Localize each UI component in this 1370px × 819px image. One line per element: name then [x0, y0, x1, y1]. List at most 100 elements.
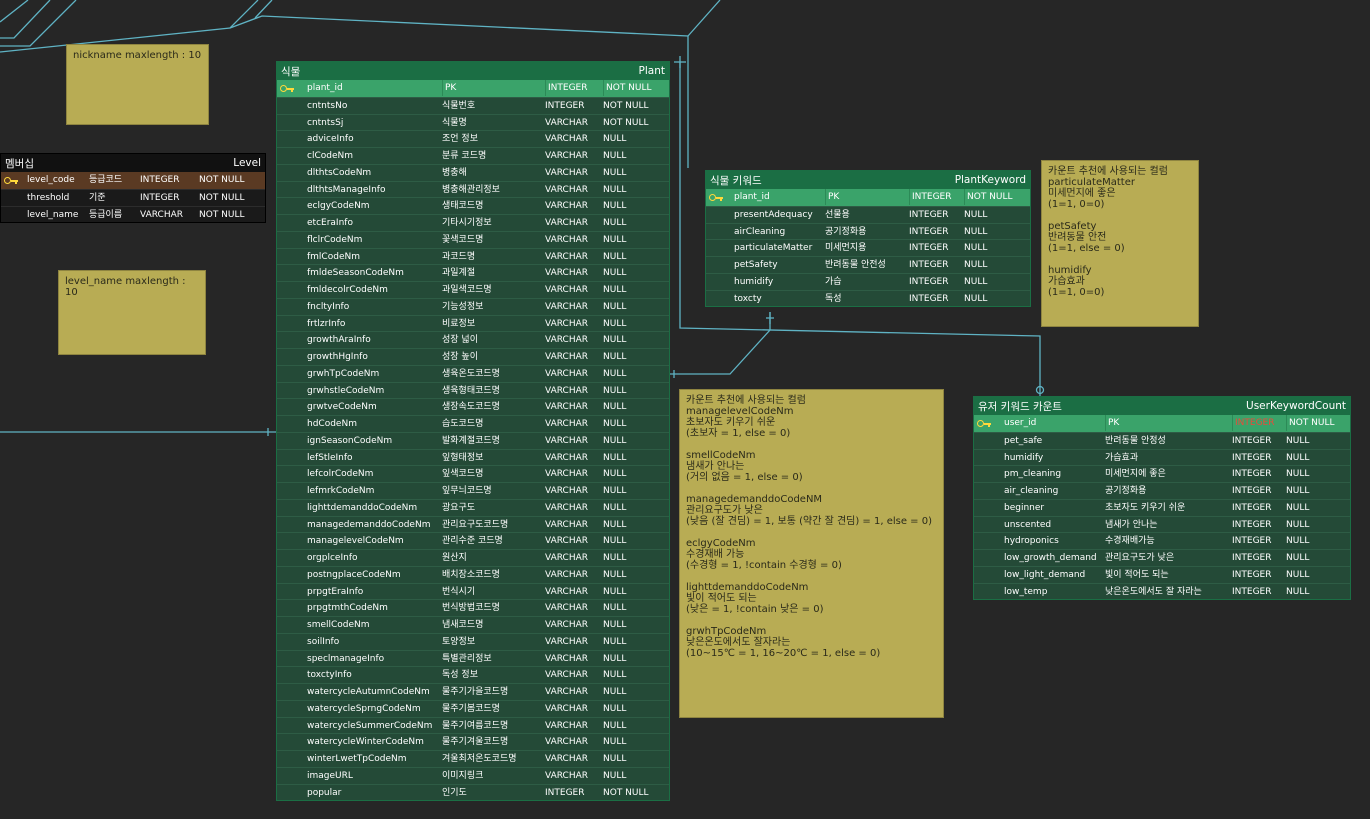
column-row[interactable]: soilInfo 토양정보 VARCHAR NULL — [277, 632, 669, 650]
column-row[interactable]: flclrCodeNm 꽃색코드명 VARCHAR NULL — [277, 230, 669, 248]
column-data-type: VARCHAR — [545, 117, 589, 128]
column-row[interactable]: air_cleaning 공기정화용 INTEGER NULL — [974, 482, 1350, 499]
column-row[interactable]: frtlzrInfo 비료정보 VARCHAR NULL — [277, 314, 669, 332]
column-row[interactable]: growthAraInfo 성장 넓이 VARCHAR NULL — [277, 331, 669, 348]
column-row[interactable]: prpgtmthCodeNm 번식방법코드명 VARCHAR NULL — [277, 599, 669, 616]
primary-key-column-row[interactable]: plant_id PK INTEGER NOT NULL — [706, 189, 1030, 206]
entity-header[interactable]: 식물 Plant — [277, 62, 669, 80]
column-row[interactable]: beginner 초보자도 키우기 쉬운 INTEGER NULL — [974, 498, 1350, 516]
column-row[interactable]: popular 인기도 INTEGER NOT NULL — [277, 783, 669, 801]
column-physical-name: clCodeNm — [307, 151, 353, 161]
note-nickname[interactable]: nickname maxlength : 10 — [66, 44, 209, 125]
column-row[interactable]: toxcty 독성 INTEGER NULL — [706, 289, 1030, 307]
column-row[interactable]: humidify 가습 INTEGER NULL — [706, 272, 1030, 290]
entity-header[interactable]: 멤버십 Level — [1, 154, 265, 172]
column-row[interactable]: lefcolrCodeNm 잎색코드명 VARCHAR NULL — [277, 465, 669, 482]
column-row[interactable]: eclgyCodeNm 생태코드명 VARCHAR NULL — [277, 197, 669, 214]
column-row[interactable]: lefStleInfo 잎형태정보 VARCHAR NULL — [277, 448, 669, 466]
column-row[interactable]: smellCodeNm 냄새코드명 VARCHAR NULL — [277, 616, 669, 633]
column-row[interactable]: unscented 냄새가 안나는 INTEGER NULL — [974, 515, 1350, 533]
column-physical-name: humidify — [1004, 452, 1044, 463]
column-row[interactable]: humidify 가습효과 INTEGER NULL — [974, 448, 1350, 466]
column-row[interactable]: low_light_demand 빛이 적어도 되는 INTEGER NULL — [974, 565, 1350, 583]
column-row[interactable]: watercycleWinterCodeNm 물주기겨울코드명 VARCHAR NUL… — [277, 733, 669, 750]
column-row[interactable]: watercycleSummerCodeNm 물주기여름코드명 VARCHAR NUL… — [277, 716, 669, 734]
column-physical-name: grwhTpCodeNm — [307, 368, 380, 379]
column-row[interactable]: low_temp 낮은온도에서도 잘 자라는 INTEGER NULL — [974, 582, 1350, 600]
erd-canvas[interactable]: nickname maxlength : 10 level_name maxle… — [0, 0, 1370, 819]
entity-header[interactable]: 식물 키워드 PlantKeyword — [706, 171, 1030, 189]
column-row[interactable]: airCleaning 공기정화용 INTEGER NULL — [706, 222, 1030, 240]
primary-key-column-row[interactable]: level_code 등급코드 INTEGER NOT NULL — [1, 172, 265, 189]
note-level-name[interactable]: level_name maxlength : 10 — [58, 270, 206, 355]
column-row[interactable]: low_growth_demand 관리요구도가 낮은 INTEGER NULL — [974, 549, 1350, 566]
column-nullability: NULL — [603, 486, 627, 496]
primary-key-column-row[interactable]: user_id PK INTEGER NOT NULL — [974, 415, 1350, 432]
column-nullability: NULL — [603, 603, 627, 614]
column-row[interactable]: ignSeasonCodeNm 발화계절코드명 VARCHAR NULL — [277, 431, 669, 449]
note-plant-recommendation-columns[interactable]: 카운트 추천에 사용되는 컬럼 managelevelCodeNm 초보자도 키우기… — [679, 389, 944, 718]
column-row[interactable]: imageURL 이미지링크 VARCHAR NULL — [277, 766, 669, 784]
column-row[interactable]: dlthtsManageInfo 병충해관리정보 VARCHAR NULL — [277, 180, 669, 198]
entity-header[interactable]: 유저 키워드 카운트 UserKeywordCount — [974, 397, 1350, 415]
column-physical-name: watercycleSprngCodeNm — [307, 703, 421, 714]
column-row[interactable]: managedemanddoCodeNm 관리요구도코드명 VARCHAR NULL — [277, 515, 669, 533]
entity-user-keyword-count[interactable]: 유저 키워드 카운트 UserKeywordCount user_id PK INTEG… — [973, 396, 1351, 601]
entity-plant-keyword[interactable]: 식물 키워드 PlantKeyword plant_id PK INTEGER NOT N… — [705, 170, 1031, 308]
column-row[interactable]: grwhstleCodeNm 생육형태코드명 VARCHAR NULL — [277, 381, 669, 399]
column-row[interactable]: watercycleSprngCodeNm 물주기봄코드명 VARCHAR NULL — [277, 699, 669, 717]
column-row[interactable]: speclmanageInfo 특별관리정보 VARCHAR NULL — [277, 649, 669, 667]
column-nullability: NULL — [603, 670, 627, 681]
column-physical-name: low_temp — [1004, 586, 1048, 597]
column-data-type: VARCHAR — [545, 536, 589, 547]
column-row[interactable]: growthHgInfo 성장 높이 VARCHAR NULL — [277, 348, 669, 365]
column-row[interactable]: adviceInfo 조언 정보 VARCHAR NULL — [277, 130, 669, 147]
column-row[interactable]: presentAdequacy 선물용 INTEGER NULL — [706, 205, 1030, 223]
column-row[interactable]: petSafety 반려동물 안전성 INTEGER NULL — [706, 256, 1030, 273]
column-logical-name: 공기정화용 — [825, 226, 867, 237]
column-row[interactable]: threshold 기준 INTEGER NOT NULL — [1, 188, 265, 206]
column-row[interactable]: fmldecolrCodeNm 과일색코드명 VARCHAR NULL — [277, 281, 669, 298]
column-row[interactable]: grwtveCodeNm 생장속도코드명 VARCHAR NULL — [277, 398, 669, 415]
column-row[interactable]: etcEraInfo 기타시기정보 VARCHAR NULL — [277, 214, 669, 231]
column-row[interactable]: grwhTpCodeNm 생육온도코드명 VARCHAR NULL — [277, 364, 669, 382]
column-data-type: VARCHAR — [545, 218, 589, 228]
column-logical-name: 성장 넓이 — [442, 335, 478, 346]
primary-key-column-row[interactable]: plant_id PK INTEGER NOT NULL — [277, 80, 669, 97]
column-row[interactable]: fmldeSeasonCodeNm 과일계절 VARCHAR NULL — [277, 264, 669, 281]
column-row[interactable]: lefmrkCodeNm 잎무늬코드명 VARCHAR NULL — [277, 482, 669, 499]
note-keyword-recommendation-columns[interactable]: 카운트 추천에 사용되는 컬럼 particulateMatter 미세먼지에 좋은… — [1041, 160, 1199, 327]
column-row[interactable]: particulateMatter 미세먼지용 INTEGER NULL — [706, 239, 1030, 256]
column-row[interactable]: prpgtEraInfo 번식시기 VARCHAR NULL — [277, 582, 669, 600]
column-row[interactable]: pet_safe 반려동물 안정성 INTEGER NULL — [974, 431, 1350, 449]
column-row[interactable]: toxctyInfo 독성 정보 VARCHAR NULL — [277, 666, 669, 683]
column-data-type: VARCHAR — [545, 569, 589, 580]
column-data-type: INTEGER — [1232, 536, 1272, 547]
column-logical-name: 발화계절코드명 — [442, 435, 500, 446]
column-row[interactable]: clCodeNm 분류 코드명 VARCHAR NULL — [277, 147, 669, 164]
column-row[interactable]: lighttdemanddoCodeNm 광요구도 VARCHAR NULL — [277, 498, 669, 516]
column-row[interactable]: winterLwetTpCodeNm 겨울최저온도코드명 VARCHAR NULL — [277, 750, 669, 767]
column-row[interactable]: cntntsNo 식물번호 INTEGER NOT NULL — [277, 96, 669, 114]
entity-plant[interactable]: 식물 Plant plant_id PK INTEGER NOT NULL cntntsNo… — [276, 61, 670, 802]
column-row[interactable]: postngplaceCodeNm 배치장소코드명 VARCHAR NULL — [277, 565, 669, 583]
column-row[interactable]: hdCodeNm 습도코드명 VARCHAR NULL — [277, 415, 669, 432]
column-row[interactable]: dlthtsCodeNm 병충해 VARCHAR NULL — [277, 163, 669, 181]
column-nullability: NOT NULL — [603, 117, 649, 128]
entity-level[interactable]: 멤버십 Level level_code 등급코드 INTEGER NOT NULL thr… — [0, 153, 266, 224]
column-row[interactable]: level_name 등급이름 VARCHAR NOT NULL — [1, 205, 265, 223]
column-logical-name: 수경재배가능 — [1105, 536, 1155, 547]
column-row[interactable]: orgplceInfo 원산지 VARCHAR NULL — [277, 549, 669, 566]
column-logical-name: 비료정보 — [442, 318, 476, 329]
column-row[interactable]: managelevelCodeNm 관리수준 코드명 VARCHAR NULL — [277, 532, 669, 549]
column-row[interactable]: watercycleAutumnCodeNm 물주기가을코드명 VARCHAR NUL… — [277, 683, 669, 700]
column-row[interactable]: fmlCodeNm 과코드명 VARCHAR NULL — [277, 247, 669, 265]
column-physical-name: imageURL — [307, 770, 353, 781]
column-nullability: NULL — [603, 519, 627, 530]
column-row[interactable]: fncltyInfo 기능성정보 VARCHAR NULL — [277, 297, 669, 315]
column-physical-name: threshold — [27, 192, 70, 203]
column-row[interactable]: cntntsSj 식물명 VARCHAR NOT NULL — [277, 113, 669, 131]
column-logical-name: 습도코드명 — [442, 419, 484, 429]
column-row[interactable]: hydroponics 수경재배가능 INTEGER NULL — [974, 532, 1350, 549]
column-row[interactable]: pm_cleaning 미세먼지에 좋은 INTEGER NULL — [974, 465, 1350, 482]
